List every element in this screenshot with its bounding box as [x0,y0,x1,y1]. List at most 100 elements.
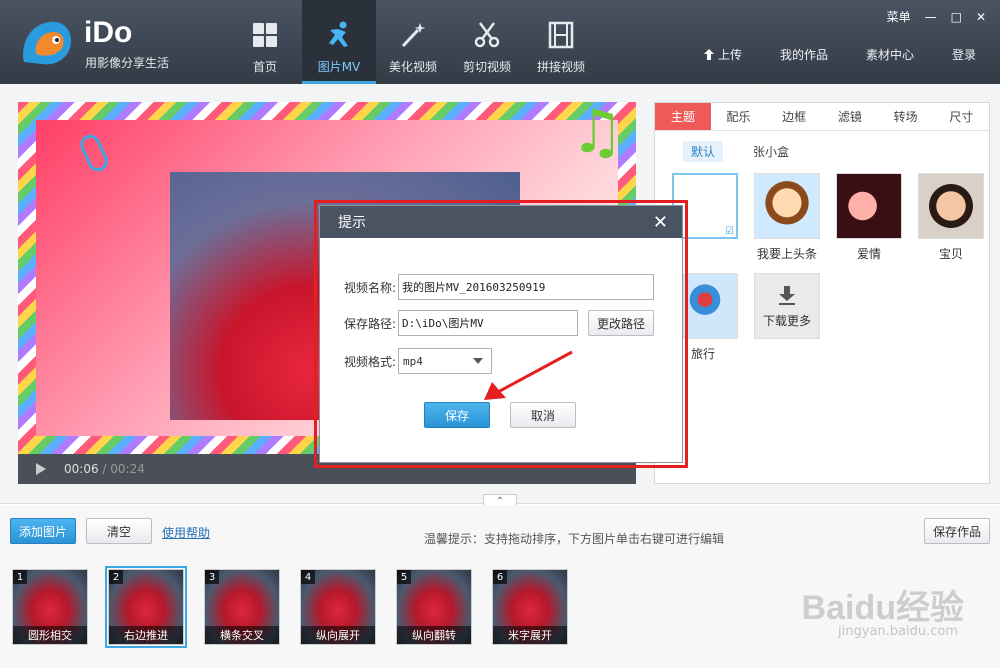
nav-home[interactable]: 首页 [228,0,302,84]
material-center-link[interactable]: 素材中心 [866,46,914,63]
clip-number: 3 [205,570,219,584]
nav-beautify-video[interactable]: 美化视频 [376,0,450,84]
change-path-button[interactable]: 更改路径 [588,310,654,336]
theme-headline[interactable]: 我要上头条 [753,173,821,262]
clip-number: 2 [109,570,123,584]
nav-beautify-video-label: 美化视频 [388,60,437,74]
tab-theme[interactable]: 主题 [655,103,711,130]
clip-transition: 米字展开 [493,626,567,644]
panel-tabs: 主题 配乐 边框 滤镜 转场 尺寸 [655,103,989,131]
current-time: 00:06 [64,462,99,476]
format-row: 视频格式: mp4 [344,348,492,374]
clip-number: 6 [493,570,507,584]
clip-item[interactable]: 6 米字展开 [492,569,568,645]
close-icon[interactable]: ✕ [653,212,668,233]
figure-icon [329,21,348,47]
film-icon [548,21,574,49]
clip-item[interactable]: 4 纵向展开 [300,569,376,645]
add-image-button[interactable]: 添加图片 [10,518,76,544]
tab-size[interactable]: 尺寸 [933,103,989,130]
theme-label: 爱情 [856,247,881,261]
upload-link[interactable]: 上传 [703,46,742,63]
format-label: 视频格式: [344,354,397,369]
close-button[interactable]: ✕ [976,10,986,24]
main-nav: 首页 图片MV 美化视频 剪切视频 拼接视频 [228,0,598,84]
time-display: 00:06 / 00:24 [64,462,145,476]
title-bar: iDo 用影像分享生活 首页 图片MV 美化视频 剪切视频 拼接视频 菜单 — … [0,0,1000,84]
theme-thumb: 下载更多 [754,273,820,339]
nav-join-video[interactable]: 拼接视频 [524,0,598,84]
play-icon[interactable] [36,463,46,475]
nav-cut-video-label: 剪切视频 [462,60,511,74]
music-note-icon: ♫ [570,102,624,167]
nav-photo-mv[interactable]: 图片MV [302,0,376,84]
dialog-title-bar: 提示 ✕ [320,206,682,238]
nav-home-label: 首页 [252,60,277,74]
clip-transition: 横条交叉 [205,626,279,644]
minimize-button[interactable]: — [925,10,937,24]
window-controls: 菜单 — □ ✕ [887,8,986,25]
watermark-url: jingyan.baidu.com [838,624,958,639]
download-icon [779,285,795,305]
theme-love[interactable]: 爱情 [835,173,903,262]
video-name-input[interactable]: 我的图片MV_201603250919 [398,274,654,300]
clip-number: 1 [13,570,27,584]
clip-item[interactable]: 5 纵向翻转 [396,569,472,645]
menu-button[interactable]: 菜单 [887,8,911,25]
theme-baby[interactable]: 宝贝 [917,173,985,262]
theme-label: 宝贝 [938,247,963,261]
magic-wand-icon [401,23,426,48]
nav-photo-mv-label: 图片MV [317,60,361,74]
tab-filter[interactable]: 滤镜 [822,103,878,130]
save-work-button[interactable]: 保存作品 [924,518,990,544]
header-links: 上传 我的作品 素材中心 登录 [703,46,976,63]
maximize-button[interactable]: □ [951,10,962,24]
total-time: 00:24 [110,462,145,476]
red-arrow-icon [484,350,573,400]
subtab-zhangxiaohe[interactable]: 张小盒 [745,141,797,162]
login-link[interactable]: 登录 [952,46,976,63]
upload-label: 上传 [717,48,742,62]
clip-transition: 右边推进 [109,626,183,644]
clip-number: 4 [301,570,315,584]
clip-item[interactable]: 1 圆形相交 [12,569,88,645]
theme-label: 我要上头条 [756,247,817,261]
clip-transition: 纵向翻转 [397,626,471,644]
upload-arrow-icon [703,49,714,60]
checkmark-icon: ☑ [725,226,734,237]
time-separator: / [98,462,111,476]
nav-join-video-label: 拼接视频 [536,60,585,74]
tab-border[interactable]: 边框 [766,103,822,130]
clip-item[interactable]: 2 右边推进 [105,566,187,648]
clip-strip: 1 圆形相交 2 右边推进 3 横条交叉 4 纵向展开 5 纵向翻转 6 米字展… [12,566,568,648]
tab-music[interactable]: 配乐 [711,103,767,130]
help-link[interactable]: 使用帮助 [162,524,210,541]
tab-transition[interactable]: 转场 [878,103,934,130]
name-label: 视频名称: [344,280,397,295]
app-slogan: 用影像分享生活 [85,56,170,70]
clip-item[interactable]: 3 横条交叉 [204,569,280,645]
paperclip-icon [76,131,112,175]
theme-label: 下载更多 [762,313,811,328]
scissors-icon [474,22,500,48]
grid-icon [253,23,277,47]
clear-button[interactable]: 清空 [86,518,152,544]
material-panel: 主题 配乐 边框 滤镜 转场 尺寸 默认 张小盒 ☑ 我要上头条 爱情 宝贝 旅… [654,102,990,484]
theme-thumb [918,173,984,239]
path-label: 保存路径: [344,316,397,331]
nav-cut-video[interactable]: 剪切视频 [450,0,524,84]
save-dialog: 提示 ✕ 视频名称: 我的图片MV_201603250919 保存路径: D:\… [319,205,683,463]
name-row: 视频名称: 我的图片MV_201603250919 [344,274,654,300]
format-value: mp4 [403,354,423,368]
clip-transition: 圆形相交 [13,626,87,644]
watermark: Baidu经验 [801,589,964,627]
theme-download-more[interactable]: 下载更多 [753,273,821,339]
path-row: 保存路径: D:\iDo\图片MV 更改路径 [344,310,654,336]
subtab-default[interactable]: 默认 [683,141,724,162]
theme-subtabs: 默认 张小盒 [655,131,989,162]
my-works-link[interactable]: 我的作品 [780,46,828,63]
clip-number: 5 [397,570,411,584]
save-path-input[interactable]: D:\iDo\图片MV [398,310,578,336]
theme-thumb [836,173,902,239]
clip-transition: 纵向展开 [301,626,375,644]
